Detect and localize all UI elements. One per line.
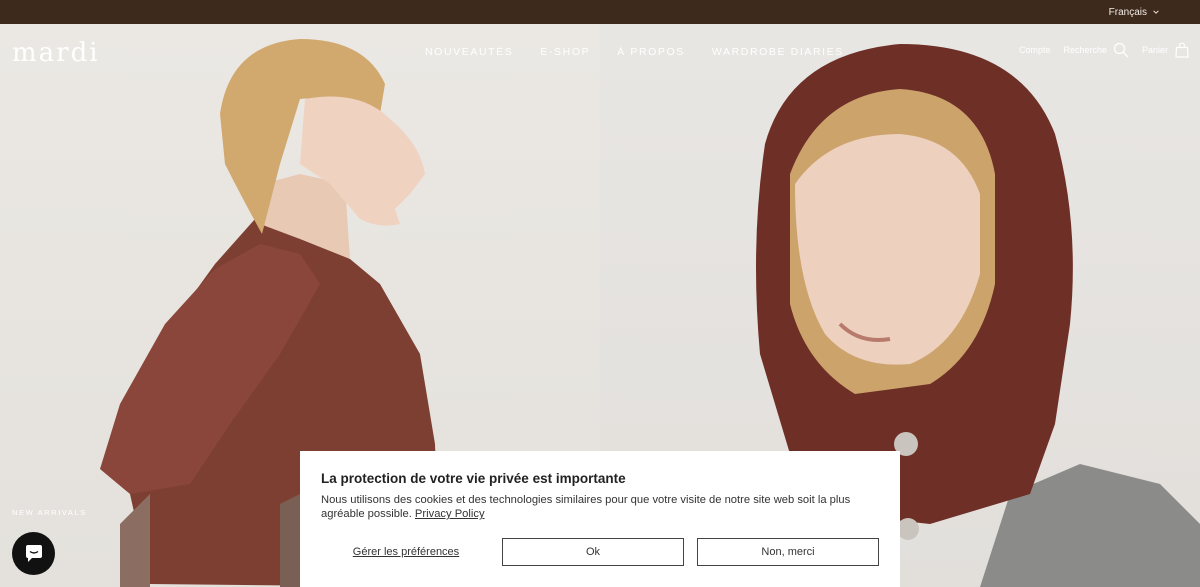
search-label: Recherche: [1063, 45, 1107, 55]
search-button[interactable]: Recherche: [1063, 42, 1129, 58]
announcement-bar: Français: [0, 0, 1200, 24]
cart-label: Panier: [1141, 45, 1168, 55]
cookie-consent-dialog: La protection de votre vie privée est im…: [300, 451, 900, 587]
nav-item-eshop[interactable]: E-SHOP: [540, 46, 590, 58]
site-header: mardi NOUVEAUTÉS E-SHOP À PROPOS WARDROB…: [0, 24, 1200, 82]
header-actions: Compte Recherche Panier: [1019, 42, 1190, 58]
chat-bubble-icon: [25, 544, 42, 562]
nav-item-a-propos[interactable]: À PROPOS: [617, 46, 685, 58]
cookie-title: La protection de votre vie privée est im…: [321, 471, 626, 486]
decline-button[interactable]: Non, merci: [697, 538, 879, 566]
chat-launcher[interactable]: [12, 532, 55, 575]
cart-button[interactable]: Panier: [1142, 42, 1190, 58]
accept-button[interactable]: Ok: [502, 538, 684, 566]
main-nav: NOUVEAUTÉS E-SHOP À PROPOS WARDROBE DIAR…: [425, 46, 844, 58]
cookie-actions: Gérer les préférences Ok Non, merci: [321, 538, 879, 566]
cookie-body: Nous utilisons des cookies et des techno…: [321, 494, 851, 520]
shopping-bag-icon: [1175, 42, 1189, 58]
new-arrivals-caption[interactable]: NEW ARRIVALS: [12, 508, 87, 517]
chevron-down-icon: [1153, 10, 1159, 14]
cookie-text: Nous utilisons des cookies et des techno…: [321, 493, 871, 521]
language-selector[interactable]: Français: [1109, 0, 1160, 24]
account-label: Compte: [1018, 45, 1051, 55]
account-link[interactable]: Compte: [1019, 45, 1051, 55]
nav-item-wardrobe-diaries[interactable]: WARDROBE DIARIES: [712, 46, 844, 58]
language-label: Français: [1108, 6, 1147, 18]
manage-preferences-button[interactable]: Gérer les préférences: [321, 538, 491, 566]
nav-item-nouveautes[interactable]: NOUVEAUTÉS: [425, 46, 513, 58]
search-icon: [1113, 42, 1129, 58]
privacy-policy-link[interactable]: Privacy Policy: [415, 508, 485, 520]
brand-logo[interactable]: mardi: [12, 38, 100, 68]
